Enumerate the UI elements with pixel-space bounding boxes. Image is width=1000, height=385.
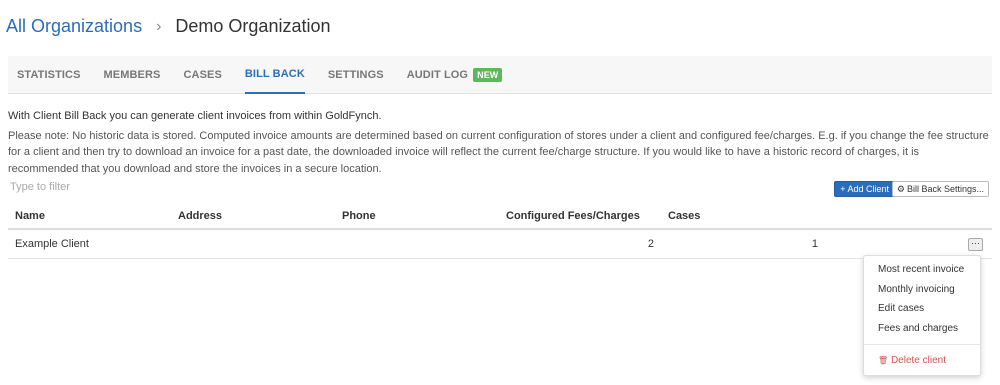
- client-actions-cell: ···: [825, 229, 992, 259]
- menu-item-monthly-invoicing[interactable]: Monthly invoicing: [864, 280, 980, 300]
- column-header-name[interactable]: Name: [8, 203, 171, 230]
- menu-divider: [864, 344, 980, 345]
- plus-icon: +: [840, 184, 846, 194]
- filter-toolbar: + Add Client ⚙ Bill Back Settings...: [8, 181, 992, 199]
- chevron-right-icon: ›: [156, 17, 162, 35]
- breadcrumb: All Organizations › Demo Organization: [6, 16, 330, 37]
- menu-item-most-recent-invoice[interactable]: Most recent invoice: [864, 260, 980, 280]
- table-row[interactable]: Example Client 2 1 ···: [8, 229, 992, 259]
- column-header-cases[interactable]: Cases: [661, 203, 825, 230]
- tab-audit-log[interactable]: AUDIT LOG NEW: [407, 56, 503, 94]
- column-header-address[interactable]: Address: [171, 203, 335, 230]
- add-client-button[interactable]: + Add Client: [834, 181, 895, 197]
- tab-settings[interactable]: SETTINGS: [328, 56, 384, 94]
- menu-item-edit-cases[interactable]: Edit cases: [864, 299, 980, 319]
- client-name-cell: Example Client: [8, 229, 171, 259]
- bill-back-intro: With Client Bill Back you can generate c…: [8, 108, 992, 177]
- tab-audit-log-label: AUDIT LOG: [406, 68, 469, 81]
- client-fees-cell: 2: [499, 229, 661, 259]
- column-header-phone[interactable]: Phone: [335, 203, 499, 230]
- page-title: Demo Organization: [175, 16, 331, 36]
- breadcrumb-all-organizations-link[interactable]: All Organizations: [6, 16, 142, 37]
- delete-client-label: Delete client: [890, 355, 946, 366]
- column-header-actions: [825, 203, 992, 230]
- gear-icon: ⚙: [896, 184, 905, 194]
- bill-back-settings-label: Bill Back Settings...: [906, 184, 984, 194]
- tab-bar: STATISTICS MEMBERS CASES BILL BACK SETTI…: [8, 56, 992, 94]
- client-address-cell: [171, 229, 335, 259]
- intro-note: Please note: No historic data is stored.…: [8, 129, 989, 175]
- clients-table: Name Address Phone Configured Fees/Charg…: [8, 203, 992, 259]
- add-client-label: Add Client: [847, 184, 889, 194]
- bill-back-settings-button[interactable]: ⚙ Bill Back Settings...: [891, 181, 989, 197]
- tab-members[interactable]: MEMBERS: [104, 56, 161, 94]
- new-badge: NEW: [473, 67, 503, 82]
- tab-statistics[interactable]: STATISTICS: [17, 56, 81, 94]
- table-header-row: Name Address Phone Configured Fees/Charg…: [8, 203, 992, 230]
- client-phone-cell: [335, 229, 499, 259]
- column-header-fees[interactable]: Configured Fees/Charges: [499, 203, 661, 230]
- more-options-icon[interactable]: ···: [968, 237, 983, 251]
- client-actions-menu: Most recent invoice Monthly invoicing Ed…: [863, 255, 981, 376]
- tab-cases[interactable]: CASES: [183, 56, 221, 94]
- client-cases-cell: 1: [661, 229, 825, 259]
- menu-item-delete-client[interactable]: 🗑 Delete client: [864, 351, 980, 371]
- tab-bill-back[interactable]: BILL BACK: [244, 56, 305, 94]
- intro-title: With Client Bill Back you can generate c…: [8, 110, 382, 122]
- filter-input[interactable]: [8, 181, 308, 193]
- menu-item-fees-and-charges[interactable]: Fees and charges: [864, 319, 980, 339]
- trash-icon: 🗑: [878, 356, 889, 365]
